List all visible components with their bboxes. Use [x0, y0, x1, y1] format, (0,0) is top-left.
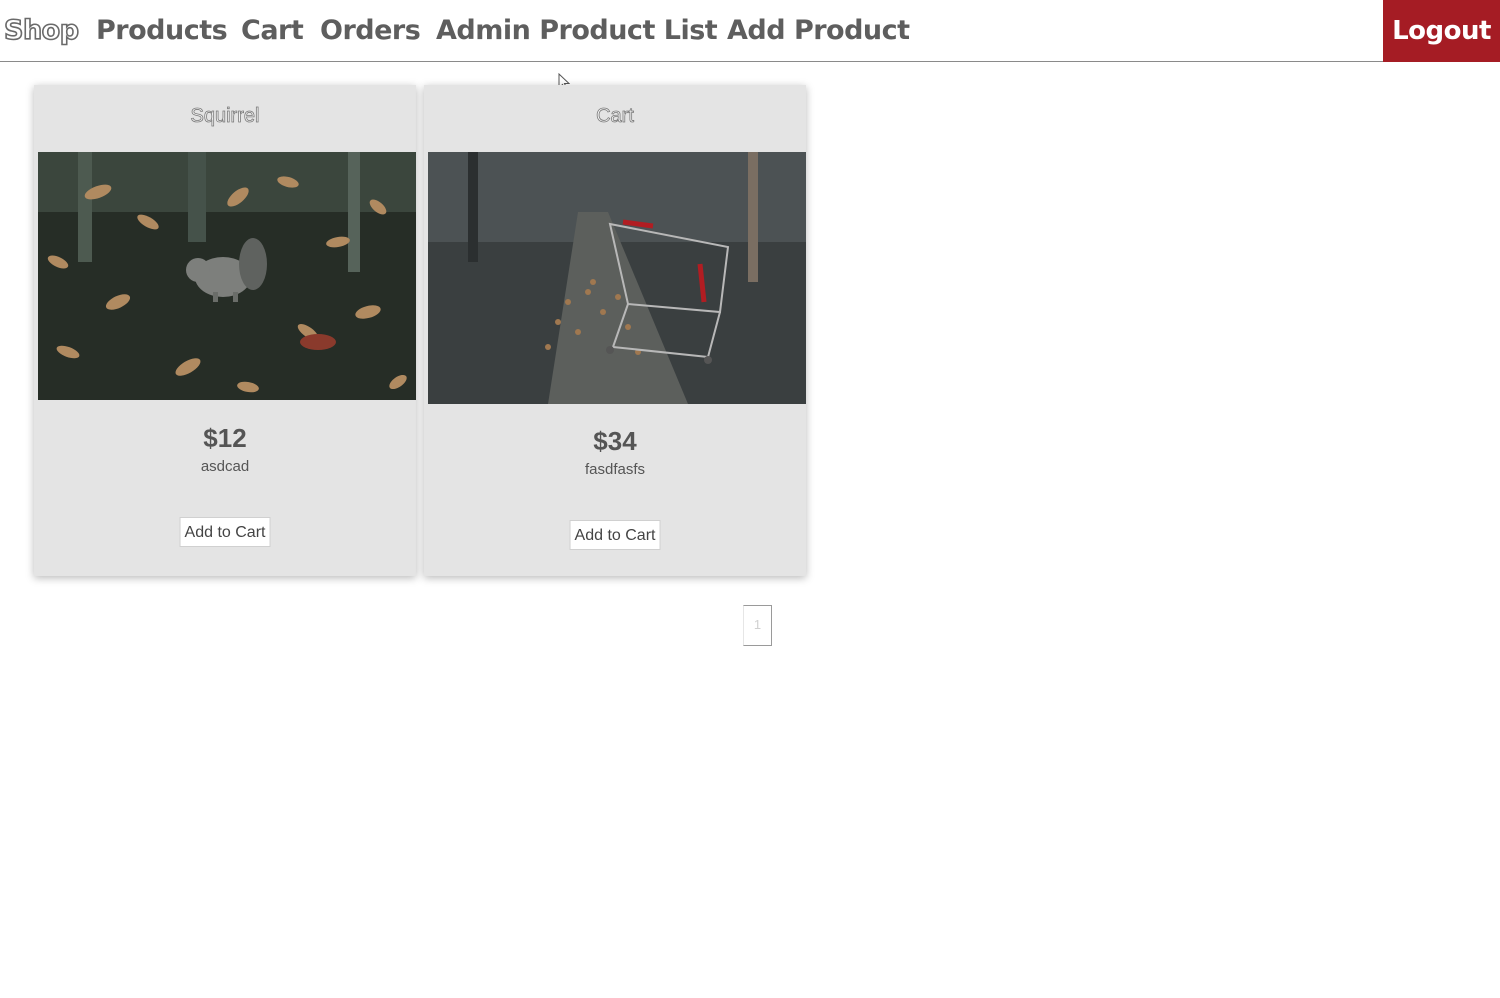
add-to-cart-button[interactable]: Add to Cart [179, 517, 271, 547]
nav-link-add-product[interactable]: Add Product [727, 12, 910, 50]
product-card: Cart $34 fasdfasfs Add to Cart [424, 85, 806, 576]
main-navigation: Shop Products Cart Orders Admin Product … [0, 0, 1500, 62]
product-price: $34 [593, 426, 637, 456]
product-image-cart [428, 152, 806, 404]
product-title: Squirrel [190, 105, 260, 128]
product-description: fasdfasfs [584, 461, 646, 478]
nav-link-admin-product-list[interactable]: Admin Product List [436, 12, 718, 50]
product-image-squirrel [38, 152, 416, 400]
product-card: Squirrel $12 asdcad Add to Cart [34, 85, 416, 576]
nav-link-orders[interactable]: Orders [320, 12, 421, 50]
add-to-cart-button[interactable]: Add to Cart [569, 520, 661, 550]
product-price: $12 [203, 423, 247, 453]
nav-link-cart[interactable]: Cart [241, 12, 304, 50]
logout-button[interactable]: Logout [1383, 0, 1500, 62]
product-title: Cart [596, 105, 635, 128]
product-description: asdcad [200, 458, 250, 475]
nav-link-products[interactable]: Products [96, 12, 228, 50]
nav-link-shop[interactable]: Shop [3, 12, 80, 50]
pagination-page-button[interactable]: 1 [743, 605, 772, 646]
